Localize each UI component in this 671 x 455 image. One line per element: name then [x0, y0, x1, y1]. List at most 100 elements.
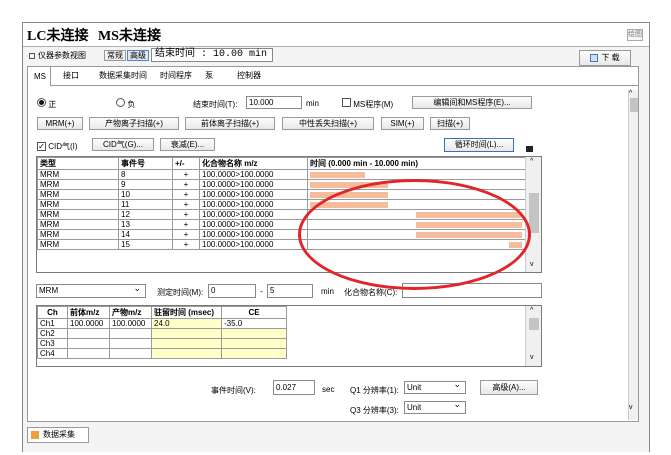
channel-row[interactable]: Ch1 100.0000 100.0000 24.0 -35.0 [37, 318, 287, 329]
event-scroll-thumb[interactable] [529, 193, 539, 233]
product-mz-cell[interactable]: 100.0000 [109, 318, 152, 329]
channel-scroll-down-icon[interactable]: v [530, 354, 534, 361]
precursor-ion-scan-button[interactable]: 前体离子扫描(+) [185, 117, 275, 130]
negative-radio-dot[interactable] [116, 98, 125, 107]
mrm-button[interactable]: MRM(+) [37, 117, 83, 130]
event-type-select[interactable]: MRM [36, 284, 146, 298]
event-sign-cell[interactable]: + [172, 189, 200, 200]
cid-gas-checkbox[interactable]: ✓ CID气(I) [37, 141, 78, 152]
event-compound-cell[interactable]: 100.0000>100.0000 [199, 209, 308, 220]
event-sign-cell[interactable]: + [172, 229, 200, 240]
channel-row[interactable]: Ch3 [37, 338, 287, 349]
event-sign-cell[interactable]: + [172, 239, 200, 250]
event-scroll-down-icon[interactable]: v [530, 261, 534, 268]
tab-ms[interactable]: MS [27, 66, 51, 86]
event-table-scrollbar[interactable]: ^ v [525, 157, 541, 272]
positive-radio-dot[interactable] [37, 98, 46, 107]
event-sign-cell[interactable]: + [172, 199, 200, 210]
negative-radio[interactable]: 负 [116, 98, 135, 110]
ms-program-checkbox[interactable]: MS程序(M) [342, 98, 393, 110]
ce-cell[interactable] [221, 328, 287, 339]
event-type-cell[interactable]: MRM [37, 239, 119, 250]
event-number-cell[interactable]: 11 [118, 199, 173, 210]
event-type-cell[interactable]: MRM [37, 189, 119, 200]
scroll-up-icon[interactable]: ^ [629, 90, 632, 97]
collapse-icon[interactable] [29, 52, 35, 59]
col-event-header[interactable]: 事件号 [118, 157, 173, 170]
precursor-mz-cell[interactable] [67, 348, 110, 359]
tab-pump[interactable]: 泵 [199, 66, 219, 86]
channel-scroll-thumb[interactable] [529, 318, 539, 330]
event-compound-cell[interactable]: 100.0000>100.0000 [199, 199, 308, 210]
main-scrollbar-thumb[interactable] [630, 98, 638, 112]
scan-button[interactable]: 扫描(+) [430, 117, 470, 130]
event-number-cell[interactable]: 15 [118, 239, 173, 250]
col-time-header[interactable]: 时间 (0.000 min - 10.000 min) [307, 157, 526, 170]
cycle-time-button[interactable]: 循环时间(L)... [444, 138, 514, 152]
decay-button[interactable]: 衰减(E)... [160, 138, 215, 151]
event-number-cell[interactable]: 9 [118, 179, 173, 190]
event-number-cell[interactable]: 12 [118, 209, 173, 220]
precursor-mz-cell[interactable]: 100.0000 [67, 318, 110, 329]
event-time-input[interactable]: 0.027 [273, 380, 315, 395]
event-sign-cell[interactable]: + [172, 219, 200, 230]
col-sign-header[interactable]: +/- [172, 157, 200, 170]
event-sign-cell[interactable]: + [172, 179, 200, 190]
neutral-loss-scan-button[interactable]: 中性丢失扫描(+) [282, 117, 374, 130]
event-type-cell[interactable]: MRM [37, 219, 119, 230]
event-number-cell[interactable]: 8 [118, 169, 173, 180]
dwell-time-cell[interactable]: 24.0 [151, 318, 222, 329]
data-acquisition-tab[interactable]: 数据采集 [27, 427, 89, 443]
product-mz-cell[interactable] [109, 328, 152, 339]
product-mz-cell[interactable] [109, 338, 152, 349]
dwell-time-cell[interactable] [151, 348, 222, 359]
plot-button[interactable]: 绘图 [627, 29, 643, 41]
event-number-cell[interactable]: 13 [118, 219, 173, 230]
tab-time-program[interactable]: 时间程序 [154, 66, 198, 86]
event-compound-cell[interactable]: 100.0000>100.0000 [199, 219, 308, 230]
advanced-mode-button[interactable]: 高级 [127, 50, 149, 61]
col-type-header[interactable]: 类型 [37, 157, 119, 170]
ce-cell[interactable]: -35.0 [221, 318, 287, 329]
tab-controller[interactable]: 控制器 [231, 66, 267, 86]
col-compound-header[interactable]: 化合物名称 m/z [199, 157, 308, 170]
ms-program-check-box[interactable] [342, 98, 351, 107]
collapse-square-icon[interactable] [526, 146, 533, 152]
advanced-button[interactable]: 高级(A)... [480, 380, 538, 395]
main-scrollbar[interactable] [628, 90, 638, 420]
measure-time-from-input[interactable]: 0 [208, 284, 256, 298]
download-button[interactable]: 下 载 [579, 50, 631, 66]
channel-row[interactable]: Ch4 [37, 348, 287, 359]
event-sign-cell[interactable]: + [172, 209, 200, 220]
product-mz-cell[interactable] [109, 348, 152, 359]
sim-button[interactable]: SIM(+) [381, 117, 424, 130]
cid-check-box[interactable]: ✓ [37, 142, 46, 151]
precursor-mz-cell[interactable] [67, 328, 110, 339]
channel-table-scrollbar[interactable]: ^ v [525, 306, 541, 366]
event-number-cell[interactable]: 14 [118, 229, 173, 240]
event-compound-cell[interactable]: 100.0000>100.0000 [199, 189, 308, 200]
dwell-time-cell[interactable] [151, 338, 222, 349]
event-type-cell[interactable]: MRM [37, 209, 119, 220]
event-type-cell[interactable]: MRM [37, 229, 119, 240]
event-type-cell[interactable]: MRM [37, 179, 119, 190]
edit-ms-program-button[interactable]: 编辑间和MS程序(E)... [412, 96, 532, 109]
event-row[interactable]: MRM 8 +100.0000>100.0000 [37, 169, 526, 180]
event-type-cell[interactable]: MRM [37, 169, 119, 180]
scroll-down-icon[interactable]: v [629, 404, 633, 411]
cid-gas-button[interactable]: CID气(G)... [92, 138, 154, 151]
channel-row[interactable]: Ch2 [37, 328, 287, 339]
channel-scroll-up-icon[interactable]: ^ [530, 307, 533, 314]
ce-cell[interactable] [221, 348, 287, 359]
dwell-time-cell[interactable] [151, 328, 222, 339]
end-time-input[interactable]: 10.000 [246, 96, 302, 109]
product-ion-scan-button[interactable]: 产物离子扫描(+) [89, 117, 179, 130]
event-type-cell[interactable]: MRM [37, 199, 119, 210]
tab-acquisition-time[interactable]: 数据采集时间 [93, 66, 153, 86]
q3-resolution-select[interactable]: Unit [404, 401, 466, 414]
event-compound-cell[interactable]: 100.0000>100.0000 [199, 239, 308, 250]
tab-interface[interactable]: 接口 [57, 66, 85, 86]
event-compound-cell[interactable]: 100.0000>100.0000 [199, 179, 308, 190]
event-scroll-up-icon[interactable]: ^ [530, 158, 533, 165]
precursor-mz-cell[interactable] [67, 338, 110, 349]
